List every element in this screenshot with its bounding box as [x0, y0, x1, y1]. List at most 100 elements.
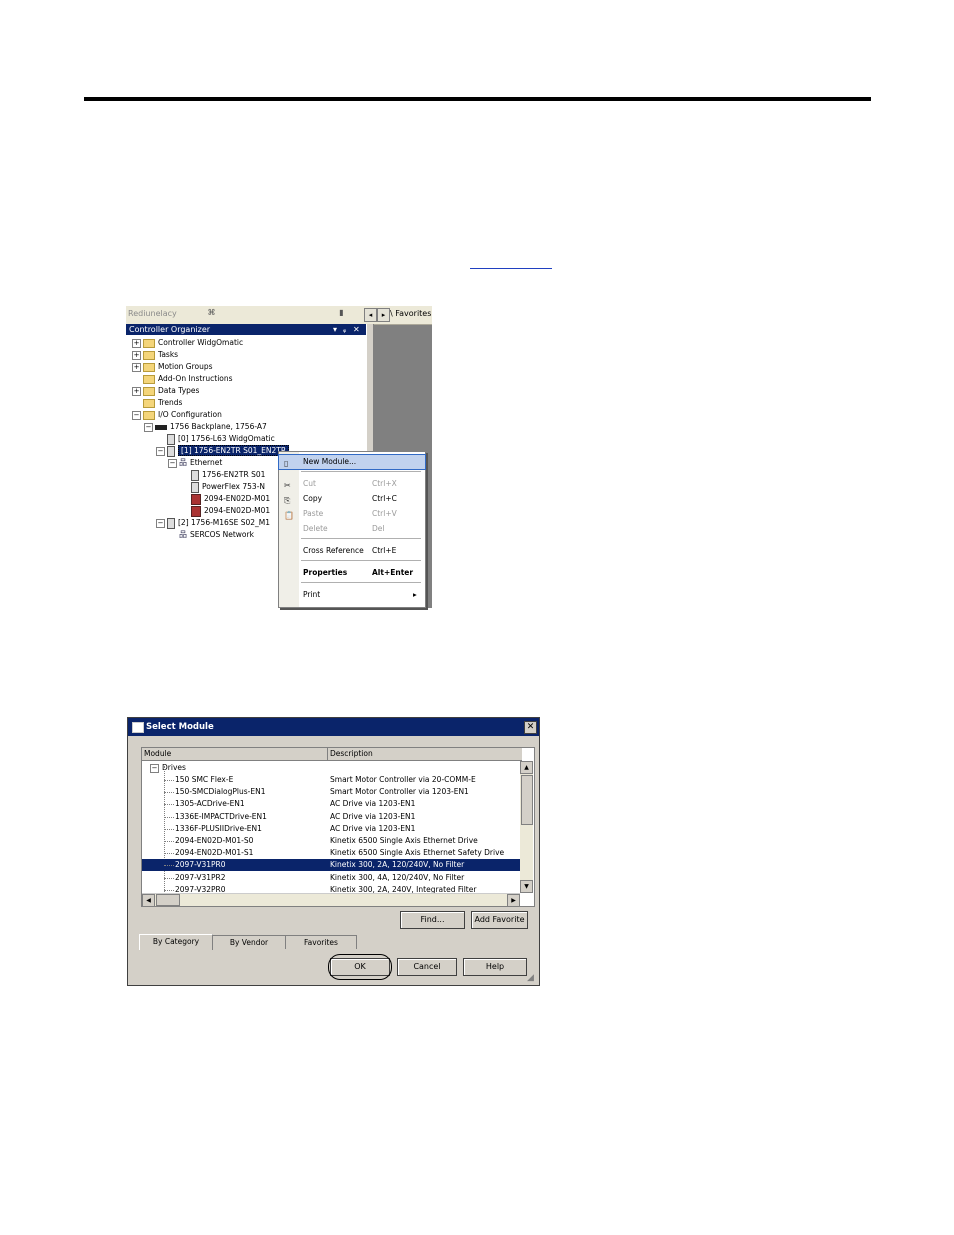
scroll-left-button[interactable]: ◀	[142, 894, 155, 907]
tree-item[interactable]: Add-On Instructions	[132, 373, 233, 385]
collapse-icon[interactable]: −	[156, 446, 165, 456]
ok-button-highlight-ring	[328, 954, 392, 980]
close-icon[interactable]: ✕	[353, 324, 360, 335]
list-item[interactable]: 150 SMC Flex-E Smart Motor Controller via…	[142, 774, 520, 786]
tree-connector	[164, 865, 174, 867]
menu-item[interactable]: ✂ Cut Ctrl+X	[279, 477, 425, 491]
menu-item-label: Paste	[303, 509, 324, 518]
tree-item-label: Data Types	[158, 386, 200, 395]
collapse-icon[interactable]: −	[168, 458, 177, 468]
tab-by-vendor[interactable]: By Vendor	[212, 935, 286, 949]
column-header-description[interactable]: Description	[330, 748, 373, 760]
cancel-button[interactable]: Cancel	[397, 958, 457, 976]
backplane-icon	[155, 424, 167, 430]
scroll-down-button[interactable]: ▼	[520, 880, 533, 893]
menu-item[interactable]: 📋 Paste Ctrl+V	[279, 507, 425, 521]
module-icon	[167, 433, 175, 445]
collapse-icon[interactable]: −	[156, 518, 165, 528]
tree-item-label: [1] 1756-EN2TR S01_EN2TR	[178, 445, 290, 456]
collapse-icon[interactable]: −	[150, 764, 159, 773]
dropdown-icon[interactable]: ▾	[333, 324, 337, 335]
scroll-right-button[interactable]: ▸	[377, 308, 390, 322]
scroll-right-button[interactable]: ▶	[507, 894, 520, 907]
tree-item-label: Ethernet	[190, 458, 223, 467]
tree-item[interactable]: 1756-EN2TR S01	[180, 469, 265, 481]
tree-item[interactable]: − 1756 Backplane, 1756-A7	[144, 421, 267, 433]
tree-item[interactable]: [0] 1756-L63 WidgOmatic	[156, 433, 275, 445]
network-icon[interactable]: ⌘	[206, 308, 217, 319]
menu-item-shortcut: Del	[372, 524, 385, 533]
tree-connector	[164, 816, 174, 818]
menu-item[interactable]: Print ▸	[279, 588, 425, 602]
find-button[interactable]: Find...	[400, 911, 465, 929]
tree-item-label: [2] 1756-M16SE S02_M1	[178, 518, 270, 527]
horizontal-scrollbar[interactable]: ◀ ▶	[142, 893, 520, 907]
drive-icon	[191, 493, 201, 505]
resize-grip-icon[interactable]: ◢	[527, 973, 537, 983]
hyperlink-underline[interactable]	[470, 268, 552, 269]
list-item[interactable]: 2094-EN02D-M01-S0 Kinetix 6500 Single Axi…	[142, 835, 520, 847]
list-header: Module Description	[142, 748, 522, 761]
list-item[interactable]: 2097-V31PR0 Kinetix 300, 2A, 120/240V, No…	[142, 859, 520, 872]
tree-item[interactable]: 2094-EN02D-M01	[180, 493, 270, 505]
expand-icon[interactable]: +	[132, 362, 141, 372]
expand-icon[interactable]: +	[132, 338, 141, 348]
expand-icon[interactable]: +	[132, 386, 141, 396]
list-item[interactable]: 1305-ACDrive-EN1 AC Drive via 1203-EN1	[142, 798, 520, 810]
tree-item[interactable]: 品 SERCOS Network	[168, 529, 254, 541]
list-item[interactable]: 2094-EN02D-M01-S1 Kinetix 6500 Single Axi…	[142, 847, 520, 859]
menu-item[interactable]: Properties Alt+Enter	[279, 566, 425, 580]
menu-item-label: Delete	[303, 524, 328, 533]
add-favorite-button[interactable]: Add Favorite	[471, 911, 528, 929]
help-button[interactable]: Help	[463, 958, 527, 976]
list-item[interactable]: 2097-V31PR2 Kinetix 300, 4A, 120/240V, No…	[142, 872, 520, 884]
tree-item[interactable]: PowerFlex 753-N	[180, 481, 265, 493]
pin-icon[interactable]: ᵩ	[343, 324, 346, 335]
scroll-thumb[interactable]	[521, 775, 533, 825]
list-item[interactable]: 1336F-PLUSIIDrive-EN1 AC Drive via 1203-E…	[142, 823, 520, 835]
vertical-scrollbar[interactable]: ▲ ▼	[520, 761, 533, 893]
tree-connector	[164, 853, 174, 855]
collapse-icon[interactable]: −	[132, 410, 141, 420]
tree-connector	[164, 877, 174, 879]
module-icon	[191, 469, 199, 481]
h-scroll-thumb[interactable]	[156, 894, 180, 906]
menu-item[interactable]: ⎘ Copy Ctrl+C	[279, 492, 425, 506]
scroll-left-button[interactable]: ◂	[364, 308, 377, 322]
tree-item[interactable]: − [1] 1756-EN2TR S01_EN2TR	[156, 445, 290, 457]
menu-item-shortcut: Alt+Enter	[372, 568, 414, 577]
folder-icon	[143, 350, 155, 360]
tree-item[interactable]: + Data Types	[132, 385, 199, 397]
tree-item[interactable]: − I/O Configuration	[132, 409, 222, 421]
menu-item[interactable]: ▯ New Module...	[278, 454, 426, 470]
tree-item[interactable]: Trends	[132, 397, 182, 409]
tree-item-label: 2094-EN02D-M01	[204, 494, 271, 503]
list-item[interactable]: 150-SMCDialogPlus-EN1 Smart Motor Control…	[142, 786, 520, 798]
tree-item[interactable]: + Controller WidgOmatic	[132, 337, 243, 349]
menu-separator	[301, 582, 421, 583]
expand-icon[interactable]: +	[132, 350, 141, 360]
scroll-up-button[interactable]: ▲	[520, 761, 533, 774]
tree-item[interactable]: − [2] 1756-M16SE S02_M1	[156, 517, 270, 529]
collapse-icon[interactable]: −	[144, 422, 153, 432]
copy-icon: ⎘	[284, 496, 291, 505]
menu-item[interactable]: Delete Del	[279, 522, 425, 536]
column-header-module[interactable]: Module	[144, 748, 171, 760]
tree-item[interactable]: − 品 Ethernet	[168, 457, 222, 469]
list-group-drives[interactable]: − Drives	[142, 762, 520, 774]
tree-item[interactable]: + Tasks	[132, 349, 178, 361]
tab-favorites[interactable]: Favorites	[285, 935, 357, 949]
menu-item-label: Cut	[303, 479, 316, 488]
tree-item[interactable]: + Motion Groups	[132, 361, 213, 373]
pin-icon[interactable]: ▮	[336, 308, 347, 319]
tree-item[interactable]: 2094-EN02D-M01	[180, 505, 270, 517]
column-divider[interactable]	[327, 748, 328, 760]
tree-connector	[164, 804, 174, 806]
menu-item-shortcut: Ctrl+V	[372, 509, 397, 518]
tab-favorites[interactable]: \ Favorites	[390, 309, 431, 318]
list-item[interactable]: 1336E-IMPACTDrive-EN1 AC Drive via 1203-E…	[142, 811, 520, 823]
close-button[interactable]: ✕	[524, 721, 537, 734]
tab-by-category[interactable]: By Category	[139, 934, 213, 950]
tree-connector	[164, 841, 174, 842]
menu-item[interactable]: Cross Reference Ctrl+E	[279, 544, 425, 558]
